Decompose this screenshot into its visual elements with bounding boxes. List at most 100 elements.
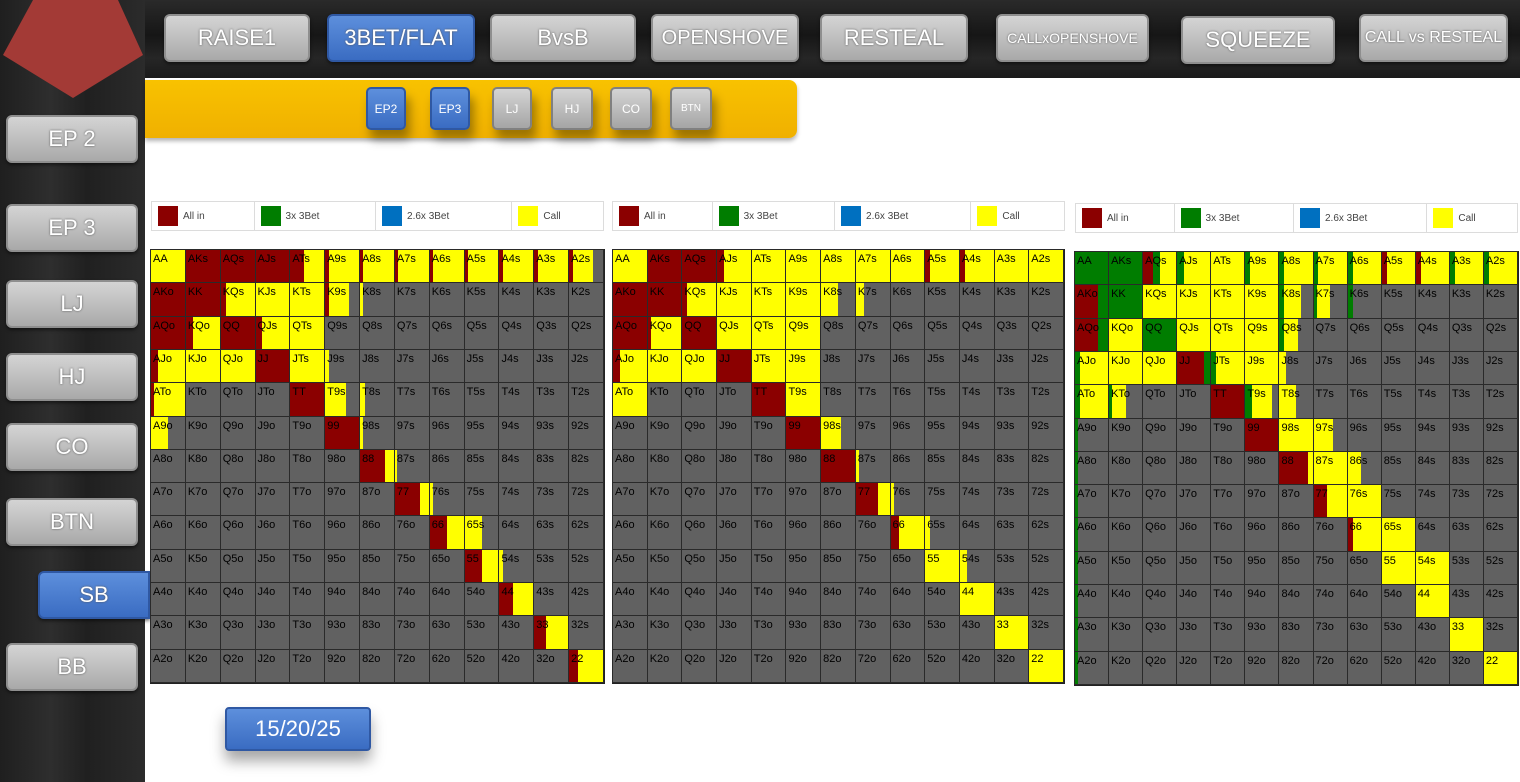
hand-label: Q2o bbox=[1145, 654, 1166, 667]
hand-cell: 76o bbox=[1312, 517, 1348, 552]
hand-label: Q6o bbox=[1145, 521, 1166, 534]
tab-3bet-flat[interactable]: 3BET/FLAT bbox=[327, 14, 475, 62]
hand-cell: AA bbox=[1074, 251, 1110, 286]
hand-label: 77 bbox=[396, 486, 410, 499]
hand-label: AJs bbox=[1179, 255, 1198, 267]
hand-cell: 52s bbox=[1028, 548, 1064, 584]
hand-cell: Q5o bbox=[681, 548, 718, 584]
hand-label: T3o bbox=[292, 619, 312, 632]
hand-cell: T2s bbox=[568, 382, 604, 417]
sidebar-item-co[interactable]: CO bbox=[6, 423, 138, 471]
hand-label: J3s bbox=[1451, 354, 1469, 367]
hand-cell: 93s bbox=[993, 415, 1030, 450]
hand-cell: Q4s bbox=[958, 315, 995, 350]
hand-cell-fill bbox=[446, 516, 464, 549]
opener-btn-button[interactable]: BTN bbox=[670, 87, 712, 130]
hand-label: A6o bbox=[615, 519, 635, 532]
hand-cell: 74o bbox=[1312, 584, 1348, 619]
hand-cell: J4s bbox=[958, 348, 995, 384]
hand-cell: Q2s bbox=[568, 315, 604, 350]
hand-label: 75s bbox=[927, 486, 945, 499]
hand-label: T8o bbox=[753, 452, 773, 465]
legend-label: Call bbox=[1458, 212, 1476, 224]
hand-cell: JTo bbox=[716, 382, 752, 417]
hand-cell: 83s bbox=[533, 448, 570, 484]
hand-label: K4o bbox=[1111, 588, 1131, 601]
hand-cell: K5o bbox=[1108, 550, 1144, 586]
hand-label: J5s bbox=[466, 352, 484, 365]
hand-cell: K2o bbox=[184, 648, 221, 683]
hand-label: J7s bbox=[1315, 354, 1333, 367]
hand-label: 74o bbox=[396, 586, 416, 599]
hand-cell: 85s bbox=[463, 448, 500, 484]
hand-label: A9o bbox=[1077, 421, 1097, 434]
hand-cell: T9s bbox=[1244, 384, 1280, 419]
hand-cell: JJ bbox=[716, 348, 752, 384]
opener-ep2-button[interactable]: EP2 bbox=[366, 87, 406, 130]
hand-label: 43o bbox=[501, 619, 520, 632]
sidebar-item-lj[interactable]: LJ bbox=[6, 280, 138, 328]
stack-depth-button[interactable]: 15/20/25 bbox=[225, 707, 371, 751]
hand-label: JTo bbox=[1179, 388, 1197, 401]
hand-cell: 92o bbox=[1244, 650, 1280, 685]
hand-label: QTs bbox=[753, 319, 774, 332]
hand-label: Q3o bbox=[1145, 621, 1166, 634]
opener-lj-button[interactable]: LJ bbox=[492, 87, 532, 130]
opener-hj-button[interactable]: HJ bbox=[551, 87, 593, 130]
hand-cell: KTo bbox=[1108, 384, 1144, 419]
hand-label: A8s bbox=[362, 253, 382, 265]
hand-label: 83s bbox=[1451, 454, 1470, 467]
sidebar-item-hj[interactable]: HJ bbox=[6, 353, 138, 401]
hand-label: Q7o bbox=[1145, 488, 1166, 501]
hand-label: A6s bbox=[1349, 255, 1369, 267]
hand-cell: 63o bbox=[428, 615, 465, 650]
tab-resteal[interactable]: RESTEAL bbox=[820, 14, 968, 62]
hand-label: 74o bbox=[1315, 588, 1334, 601]
hand-label: 87s bbox=[1315, 454, 1334, 467]
hand-cell: K8s bbox=[1278, 284, 1314, 319]
hand-cell: 33 bbox=[993, 615, 1030, 650]
sidebar-item-ep2[interactable]: EP 2 bbox=[6, 115, 138, 163]
hand-label: JTs bbox=[1213, 354, 1230, 367]
hand-cell: 84o bbox=[359, 582, 395, 617]
tab-squeeze[interactable]: SQUEEZE bbox=[1181, 16, 1335, 64]
hand-label: 55 bbox=[1383, 554, 1396, 567]
hand-cell: AQs bbox=[681, 249, 718, 284]
opener-ep3-button[interactable]: EP3 bbox=[430, 87, 470, 130]
tab-call-vs-resteal[interactable]: CALL vs RESTEAL bbox=[1359, 14, 1508, 62]
hand-cell: AQs bbox=[1142, 251, 1178, 286]
tab-callxopenshove[interactable]: CALLxOPENSHOVE bbox=[996, 14, 1149, 62]
tab-openshove[interactable]: OPENSHOVE bbox=[651, 14, 799, 62]
hand-label: K6o bbox=[187, 519, 208, 532]
tab-bvsb[interactable]: BvsB bbox=[490, 14, 636, 62]
hand-label: T5s bbox=[927, 386, 946, 399]
hand-cell: Q7s bbox=[854, 315, 891, 350]
hand-cell: 22 bbox=[1028, 648, 1064, 683]
hand-cell: KTs bbox=[1210, 284, 1246, 319]
hand-label: T8s bbox=[1281, 388, 1300, 401]
hand-label: 82s bbox=[1031, 452, 1050, 465]
hand-cell: T2s bbox=[1482, 384, 1518, 419]
hand-cell: 75o bbox=[393, 548, 430, 584]
sidebar-item-sb[interactable]: SB bbox=[38, 571, 150, 619]
opener-co-button[interactable]: CO bbox=[610, 87, 652, 130]
hand-label: T2o bbox=[753, 652, 773, 665]
hand-label: T6o bbox=[1213, 521, 1233, 534]
hand-cell: Q3s bbox=[533, 315, 570, 350]
hand-cell: A2s bbox=[568, 249, 604, 284]
hand-label: J2s bbox=[1031, 352, 1049, 365]
hand-cell: 85o bbox=[1278, 550, 1314, 586]
legend: All in 3x 3Bet 2.6x 3Bet Call bbox=[612, 201, 1065, 231]
hand-label: J8o bbox=[257, 452, 276, 465]
hand-label: 87o bbox=[823, 486, 842, 499]
tab-raise1[interactable]: RAISE1 bbox=[164, 14, 310, 62]
hand-cell: Q5o bbox=[1142, 550, 1178, 586]
sidebar-item-bb[interactable]: BB bbox=[6, 643, 138, 691]
hand-cell: KJs bbox=[1176, 284, 1212, 319]
sidebar-item-ep3[interactable]: EP 3 bbox=[6, 204, 138, 252]
hand-label: A4s bbox=[961, 253, 981, 265]
hand-cell: 66 bbox=[1346, 517, 1382, 552]
hand-label: 93s bbox=[536, 419, 555, 432]
hand-cell: J2o bbox=[254, 648, 291, 683]
sidebar-item-btn[interactable]: BTN bbox=[6, 498, 138, 546]
